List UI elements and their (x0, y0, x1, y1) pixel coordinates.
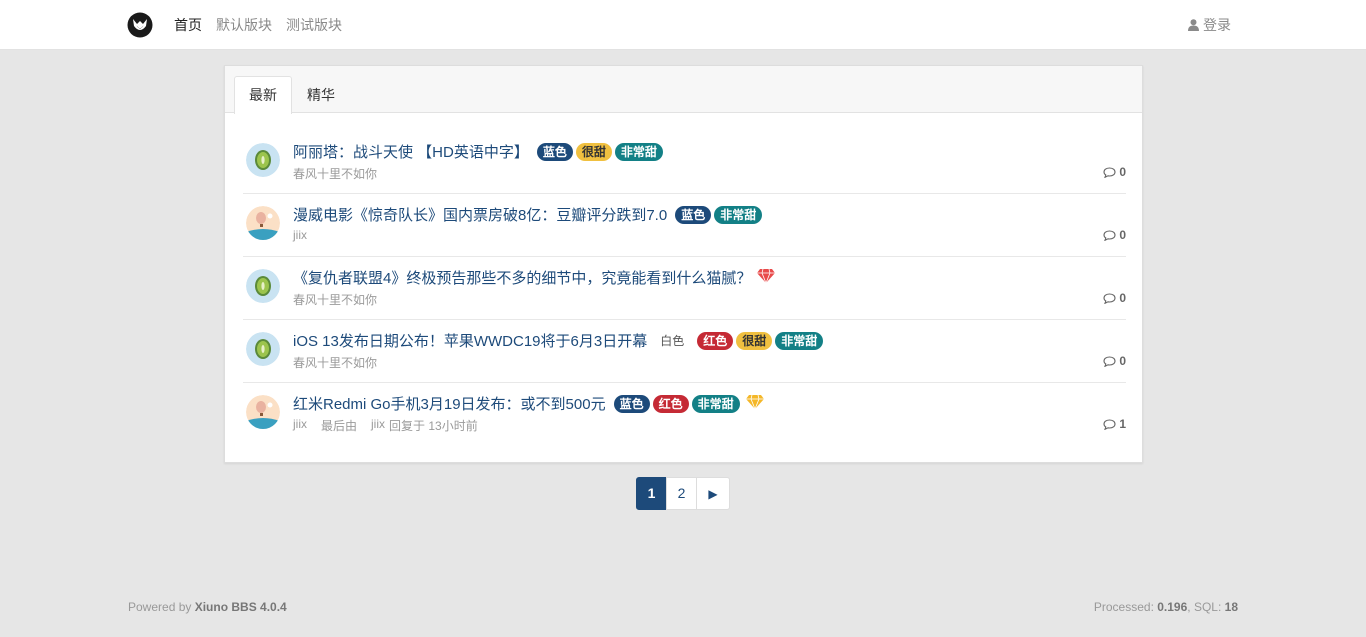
comment-icon (1103, 167, 1116, 178)
pagination: 1 2 ▶ (636, 477, 730, 510)
thread-tag[interactable]: 红色 (697, 331, 734, 350)
thread-title[interactable]: 《复仇者联盟4》终极预告那些不多的细节中，究竟能看到什么猫腻？ (293, 267, 751, 288)
thread-list-card: 最新 精华 阿丽塔：战斗天使 【HD英语中字】 蓝色 很甜 非常甜 春风十里不如你 0… (224, 65, 1143, 463)
comment-icon (1103, 230, 1116, 241)
tab-featured[interactable]: 精华 (292, 76, 350, 113)
thread-tag[interactable]: 红色 (652, 394, 689, 413)
next-arrow-icon: ▶ (708, 487, 718, 501)
comment-icon (1103, 419, 1116, 430)
tag-white[interactable]: 白色 (657, 332, 687, 350)
thread-meta: jiix (293, 228, 307, 242)
processed-value: 0.196 (1157, 600, 1188, 614)
sql-prefix: , SQL: (1187, 600, 1225, 614)
top-navbar: 首页 默认版块 测试版块 登录 (0, 0, 1366, 50)
thread-title-line: iOS 13发布日期公布！苹果WWDC19将于6月3日开幕 白色 红色 很甜 非常甜 (293, 330, 824, 351)
yellow-diamond-icon (745, 394, 764, 413)
thread-author[interactable]: 春风十里不如你 (293, 165, 377, 182)
comment-icon (1103, 356, 1116, 367)
logo-icon[interactable] (127, 12, 153, 38)
red-diamond-icon (757, 268, 776, 287)
thread-meta: 春风十里不如你 (293, 165, 377, 182)
last-reply-time: 回复于 13小时前 (389, 419, 478, 433)
thread-tag[interactable]: 蓝色 (613, 394, 650, 413)
thread-row[interactable]: 红米Redmi Go手机3月19日发布：或不到500元 蓝色 红色 非常甜 jiix 最… (243, 383, 1126, 446)
thread-title-line: 《复仇者联盟4》终极预告那些不多的细节中，究竟能看到什么猫腻？ (293, 267, 776, 288)
reply-count: 0 (1103, 165, 1126, 179)
reply-count-value: 0 (1119, 165, 1126, 179)
thread-tag[interactable]: 很甜 (575, 142, 612, 161)
footer-stats: Processed: 0.196, SQL: 18 (1094, 600, 1238, 614)
thread-tag[interactable]: 蓝色 (536, 142, 573, 161)
thread-meta: 春风十里不如你 (293, 354, 377, 371)
thread-meta: 春风十里不如你 (293, 291, 377, 308)
thread-author[interactable]: 春风十里不如你 (293, 291, 377, 308)
comment-icon (1103, 293, 1116, 304)
avatar[interactable] (246, 269, 280, 303)
thread-title[interactable]: 漫威电影《惊奇队长》国内票房破8亿：豆瓣评分跌到7.0 (293, 204, 667, 225)
thread-tag[interactable]: 非常甜 (691, 394, 740, 413)
thread-tag[interactable]: 非常甜 (614, 142, 663, 161)
card-header: 最新 精华 (225, 66, 1142, 114)
thread-title[interactable]: iOS 13发布日期公布！苹果WWDC19将于6月3日开幕 (293, 330, 647, 351)
thread-author[interactable]: jiix (293, 228, 307, 242)
reply-count-value: 1 (1119, 417, 1126, 431)
thread-title-line: 阿丽塔：战斗天使 【HD英语中字】 蓝色 很甜 非常甜 (293, 141, 663, 162)
thread-meta: jiix 最后由 jiix 回复于 13小时前 (293, 417, 478, 434)
avatar[interactable] (246, 332, 280, 366)
thread-list: 阿丽塔：战斗天使 【HD英语中字】 蓝色 很甜 非常甜 春风十里不如你 0 漫威电影《… (243, 131, 1126, 446)
thread-row[interactable]: 阿丽塔：战斗天使 【HD英语中字】 蓝色 很甜 非常甜 春风十里不如你 0 (243, 131, 1126, 194)
sql-value: 18 (1224, 600, 1238, 614)
avatar[interactable] (246, 143, 280, 177)
nav-link-home[interactable]: 首页 (174, 15, 202, 35)
thread-tag[interactable]: 非常甜 (775, 331, 824, 350)
last-reply-user[interactable]: jiix (371, 417, 385, 434)
login-link[interactable]: 登录 (1188, 15, 1231, 35)
nav-link-test-forum[interactable]: 测试版块 (286, 15, 342, 35)
thread-title[interactable]: 红米Redmi Go手机3月19日发布：或不到500元 (293, 393, 606, 414)
thread-title[interactable]: 阿丽塔：战斗天使 【HD英语中字】 (293, 141, 529, 162)
powered-name[interactable]: Xiuno BBS 4.0.4 (195, 600, 287, 614)
thread-author[interactable]: jiix (293, 417, 307, 434)
processed-prefix: Processed: (1093, 600, 1158, 614)
thread-tag[interactable]: 非常甜 (714, 205, 763, 224)
user-icon (1188, 19, 1199, 31)
footer-powered-by: Powered by Xiuno BBS 4.0.4 (128, 600, 287, 614)
thread-row[interactable]: 《复仇者联盟4》终极预告那些不多的细节中，究竟能看到什么猫腻？ 春风十里不如你 … (243, 257, 1126, 320)
page-1-button[interactable]: 1 (636, 477, 667, 510)
avatar[interactable] (246, 206, 280, 240)
nav-link-default-forum[interactable]: 默认版块 (216, 15, 272, 35)
avatar[interactable] (246, 395, 280, 429)
thread-row[interactable]: iOS 13发布日期公布！苹果WWDC19将于6月3日开幕 白色 红色 很甜 非常甜 春… (243, 320, 1126, 383)
reply-count: 1 (1103, 417, 1126, 431)
reply-count-value: 0 (1119, 291, 1126, 305)
reply-count-value: 0 (1119, 354, 1126, 368)
last-reply-prefix: 最后由 (321, 419, 358, 433)
thread-tag[interactable]: 很甜 (736, 331, 773, 350)
reply-count: 0 (1103, 291, 1126, 305)
reply-count-value: 0 (1119, 228, 1126, 242)
next-page-button[interactable]: ▶ (696, 477, 730, 510)
login-label: 登录 (1203, 17, 1231, 33)
main-nav: 首页 默认版块 测试版块 (174, 15, 342, 35)
powered-prefix: Powered by (128, 600, 195, 614)
thread-tag[interactable]: 蓝色 (675, 205, 712, 224)
thread-tabs: 最新 精华 (234, 76, 350, 114)
thread-title-line: 红米Redmi Go手机3月19日发布：或不到500元 蓝色 红色 非常甜 (293, 393, 764, 414)
tab-latest[interactable]: 最新 (234, 76, 292, 114)
thread-row[interactable]: 漫威电影《惊奇队长》国内票房破8亿：豆瓣评分跌到7.0 蓝色 非常甜 jiix 0 (243, 194, 1126, 257)
thread-title-line: 漫威电影《惊奇队长》国内票房破8亿：豆瓣评分跌到7.0 蓝色 非常甜 (293, 204, 763, 225)
thread-author[interactable]: 春风十里不如你 (293, 354, 377, 371)
reply-count: 0 (1103, 228, 1126, 242)
reply-count: 0 (1103, 354, 1126, 368)
page-2-button[interactable]: 2 (666, 477, 697, 510)
